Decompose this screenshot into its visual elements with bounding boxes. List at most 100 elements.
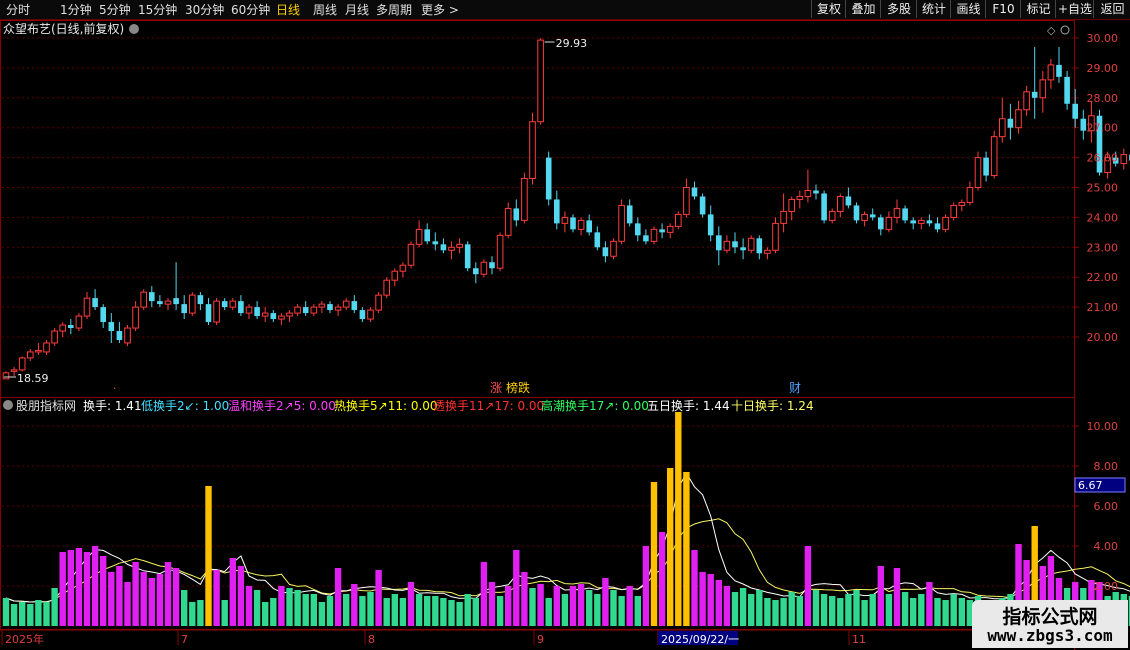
candle-body bbox=[278, 315, 285, 320]
turnover-bar bbox=[496, 596, 504, 626]
candle-body bbox=[399, 264, 407, 272]
turnover-bar bbox=[739, 588, 747, 626]
turnover-bar bbox=[253, 590, 261, 626]
candle-body bbox=[861, 213, 868, 221]
candle-body bbox=[635, 223, 641, 236]
turnover-bar bbox=[140, 572, 147, 626]
watermark: 指标公式网 www.zbgs3.com bbox=[972, 600, 1128, 648]
turnover-bar bbox=[294, 590, 301, 626]
candle-body bbox=[885, 216, 893, 230]
turnover-bar bbox=[262, 602, 269, 626]
toolbar-button[interactable]: 画线 bbox=[950, 0, 986, 18]
turnover-bar bbox=[869, 594, 876, 626]
candle-body bbox=[302, 307, 309, 314]
turnover-bar bbox=[885, 594, 893, 626]
indicator-name: 股朋指标网 bbox=[16, 398, 76, 413]
candle-body bbox=[756, 238, 763, 254]
chevron-down-icon bbox=[3, 400, 13, 410]
candle-body bbox=[554, 199, 560, 224]
turnover-bar bbox=[164, 562, 172, 626]
stock-chart: 20.00 21.00 22.00 23.00 24.00 25.00 26.00 27.00… bbox=[0, 20, 1130, 650]
period-tab[interactable]: 60分钟 bbox=[231, 1, 270, 18]
candle-body bbox=[334, 306, 342, 311]
turnover-bar bbox=[391, 594, 398, 626]
candle-body bbox=[2, 372, 10, 380]
turnover-bar bbox=[691, 550, 698, 626]
turnover-bar bbox=[626, 586, 633, 626]
candle-body bbox=[473, 268, 479, 275]
turnover-bar bbox=[181, 590, 188, 626]
turnover-bar bbox=[35, 600, 42, 626]
candle-body bbox=[918, 219, 925, 224]
candle-body bbox=[51, 330, 58, 344]
low-price-label: 18.59 bbox=[17, 372, 49, 385]
turnover-bar bbox=[91, 546, 99, 626]
toolbar-button[interactable]: +自选 bbox=[1055, 0, 1094, 18]
candle-body bbox=[157, 301, 163, 305]
candle-body bbox=[238, 301, 244, 314]
period-tab[interactable]: 5分钟 bbox=[99, 1, 131, 18]
period-tab[interactable]: 日线 bbox=[276, 1, 300, 18]
turnover-bar bbox=[67, 550, 74, 626]
period-tab[interactable]: 30分钟 bbox=[185, 1, 224, 18]
candle-body bbox=[699, 196, 706, 215]
toolbar-button[interactable]: 标记 bbox=[1020, 0, 1056, 18]
candle-body bbox=[318, 303, 326, 308]
toolbar-button[interactable]: 叠加 bbox=[845, 0, 881, 18]
turnover-bar bbox=[812, 590, 820, 626]
turnover-bar bbox=[488, 582, 496, 626]
toolbar-button[interactable]: 多股 bbox=[880, 0, 917, 18]
turnover-bar bbox=[731, 592, 739, 626]
turnover-bar bbox=[650, 482, 658, 626]
turnover-bar bbox=[772, 600, 779, 626]
candle-body bbox=[764, 249, 771, 254]
toolbar-button[interactable]: F10 bbox=[985, 0, 1021, 18]
period-tab[interactable]: 月线 bbox=[345, 1, 369, 18]
price-tick-label: 23.00 bbox=[1087, 241, 1119, 254]
toolbar-button[interactable]: 统计 bbox=[916, 0, 951, 18]
period-tab[interactable]: 更多 > bbox=[421, 1, 459, 18]
turnover-bar bbox=[634, 596, 641, 626]
turnover-tick-label: 10.00 bbox=[1087, 420, 1119, 433]
turnover-bar bbox=[529, 588, 536, 626]
period-tab[interactable]: 1分钟 bbox=[60, 1, 92, 18]
turnover-bar bbox=[43, 602, 50, 626]
period-tab[interactable]: 分时 bbox=[6, 1, 30, 18]
date-label: 7 bbox=[181, 633, 188, 646]
candle-body bbox=[732, 241, 738, 248]
price-tick-label: 25.00 bbox=[1087, 182, 1119, 195]
price-tick-label: 30.00 bbox=[1087, 32, 1119, 45]
turnover-bar bbox=[448, 600, 455, 626]
candle-body bbox=[1015, 109, 1022, 129]
turnover-bar bbox=[213, 570, 220, 626]
turnover-bar bbox=[440, 598, 447, 626]
period-tab[interactable]: 多周期 bbox=[376, 1, 412, 18]
candle-body bbox=[286, 312, 293, 317]
turnover-bar bbox=[683, 472, 690, 626]
turnover-tick-label: 2.00 bbox=[1094, 580, 1119, 593]
toolbar-button[interactable]: 复权 bbox=[811, 0, 846, 18]
candle-body bbox=[68, 325, 74, 329]
turnover-bar bbox=[820, 594, 828, 626]
candle-body bbox=[974, 157, 982, 189]
turnover-bar bbox=[829, 596, 836, 626]
candle-body bbox=[189, 294, 196, 314]
date-label: 8 bbox=[368, 633, 375, 646]
price-tick-label: 27.00 bbox=[1087, 122, 1119, 135]
turnover-bar bbox=[723, 586, 731, 626]
indicator-legend-item: 十日换手: 1.24 bbox=[731, 399, 814, 413]
turnover-bar bbox=[699, 572, 706, 626]
turnover-bar bbox=[901, 592, 909, 626]
candle-body bbox=[132, 306, 139, 329]
candle-body bbox=[310, 306, 318, 314]
turnover-bar bbox=[934, 598, 941, 626]
candle-body bbox=[27, 351, 34, 359]
period-tab[interactable]: 周线 bbox=[313, 1, 337, 18]
candle-body bbox=[1039, 79, 1047, 99]
candle-body bbox=[480, 261, 488, 275]
candle-body bbox=[878, 217, 884, 230]
turnover-bar bbox=[399, 598, 407, 626]
period-tab[interactable]: 15分钟 bbox=[138, 1, 177, 18]
toolbar-button[interactable]: 返回 bbox=[1093, 0, 1130, 18]
candle-body bbox=[173, 298, 179, 305]
